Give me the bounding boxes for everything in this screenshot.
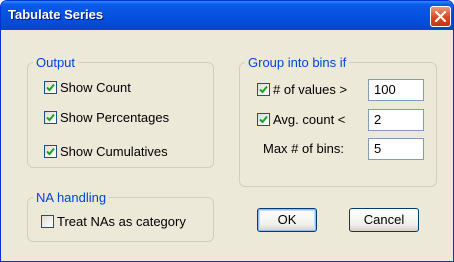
show-cumulatives-label: Show Cumulatives — [60, 144, 168, 159]
close-button[interactable] — [430, 6, 451, 27]
check-mark-icon — [46, 113, 55, 122]
max-bins-input[interactable]: 5 — [368, 138, 424, 160]
max-bins-label: Max # of bins: — [263, 141, 344, 156]
checkbox-box — [44, 111, 57, 124]
output-group-label: Output — [36, 55, 76, 70]
checkbox-box — [44, 145, 57, 158]
num-values-label: # of values > — [273, 82, 348, 97]
bins-group-label: Group into bins if — [248, 55, 347, 70]
title-bar[interactable]: Tabulate Series — [1, 1, 453, 30]
ok-button[interactable]: OK — [257, 208, 317, 232]
num-values-input[interactable]: 100 — [368, 79, 424, 101]
dialog-body: Output Show Count Show Percentages Show … — [4, 30, 450, 260]
checkbox-box — [257, 83, 270, 96]
close-icon — [435, 11, 446, 22]
check-mark-icon — [46, 83, 55, 92]
na-handling-group-label: NA handling — [36, 190, 107, 205]
check-mark-icon — [259, 115, 268, 124]
dialog-window: Tabulate Series Output Show Count Show P… — [0, 0, 454, 262]
avg-count-label: Avg. count < — [273, 112, 346, 127]
checkbox-box — [41, 215, 54, 228]
check-mark-icon — [259, 85, 268, 94]
avg-count-input[interactable]: 2 — [368, 109, 424, 131]
dialog-title: Tabulate Series — [8, 7, 104, 22]
treat-na-label: Treat NAs as category — [57, 214, 186, 229]
check-mark-icon — [46, 147, 55, 156]
cancel-button[interactable]: Cancel — [349, 208, 419, 232]
show-percentages-label: Show Percentages — [60, 110, 170, 125]
checkbox-box — [44, 81, 57, 94]
show-count-label: Show Count — [60, 80, 131, 95]
checkbox-box — [257, 113, 270, 126]
